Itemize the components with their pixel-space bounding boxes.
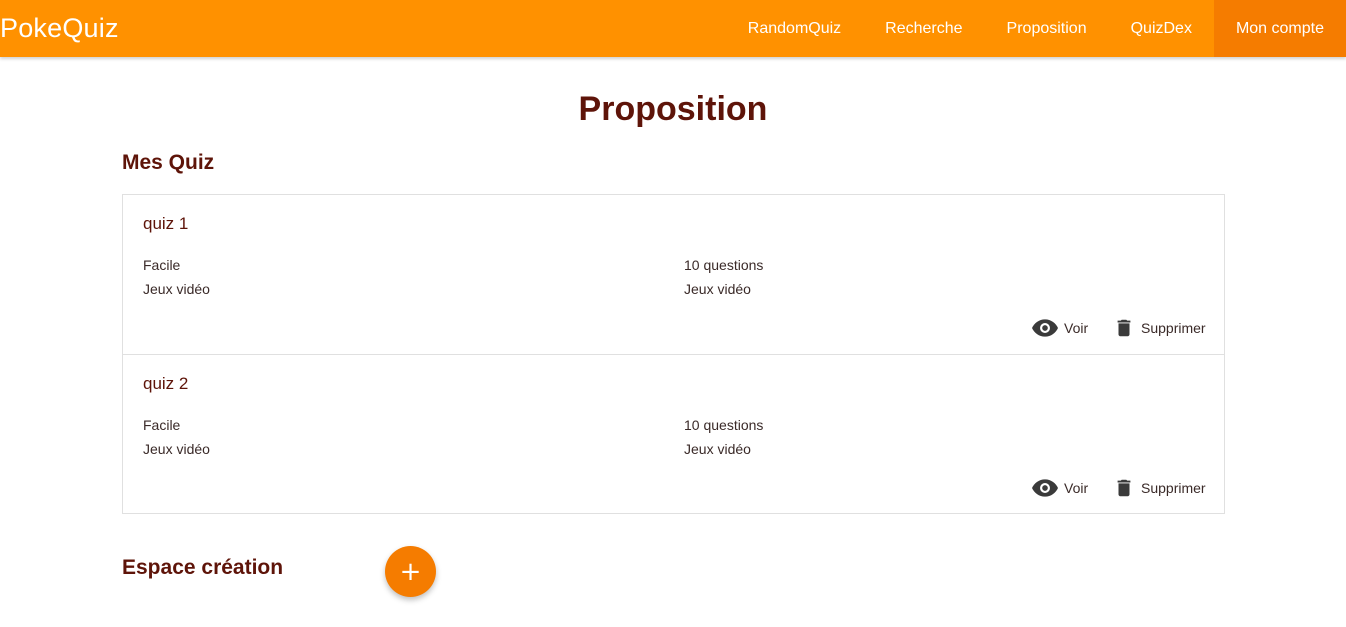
view-quiz-button[interactable]: Voir <box>1032 317 1088 339</box>
plus-icon: + <box>399 556 422 587</box>
delete-label: Supprimer <box>1141 320 1206 336</box>
view-quiz-button[interactable]: Voir <box>1032 477 1088 499</box>
nav-item-proposition[interactable]: Proposition <box>985 0 1109 57</box>
nav-links: RandomQuiz Recherche Proposition QuizDex… <box>726 0 1346 57</box>
nav-item-recherche[interactable]: Recherche <box>863 0 984 57</box>
delete-quiz-button[interactable]: Supprimer <box>1113 477 1206 499</box>
eye-icon <box>1032 479 1058 497</box>
top-navbar: PokeQuiz RandomQuiz Recherche Propositio… <box>0 0 1346 57</box>
delete-quiz-button[interactable]: Supprimer <box>1113 317 1206 339</box>
my-quiz-heading: Mes Quiz <box>122 151 215 174</box>
quiz-name: quiz 2 <box>143 374 189 393</box>
nav-item-quizdex[interactable]: QuizDex <box>1109 0 1214 57</box>
trash-icon <box>1117 479 1131 497</box>
quiz-difficulty: Facile <box>143 257 181 273</box>
view-label: Voir <box>1064 320 1089 336</box>
nav-item-mon-compte[interactable]: Mon compte <box>1213 0 1346 57</box>
eye-icon <box>1032 319 1058 337</box>
delete-label: Supprimer <box>1141 480 1206 496</box>
nav-item-randomquiz[interactable]: RandomQuiz <box>726 0 863 57</box>
page-title: Proposition <box>578 90 768 128</box>
quiz-difficulty: Facile <box>143 417 181 433</box>
trash-icon <box>1117 319 1131 337</box>
view-label: Voir <box>1064 480 1089 496</box>
quiz-category: Jeux vidéo <box>143 441 210 457</box>
quiz-card: quiz 1 Facile Jeux vidéo 10 questions Je… <box>123 195 1224 354</box>
quiz-category: Jeux vidéo <box>143 281 210 297</box>
quiz-category-secondary: Jeux vidéo <box>684 441 751 457</box>
add-quiz-button[interactable]: + <box>385 546 436 597</box>
quiz-card: quiz 2 Facile Jeux vidéo 10 questions Je… <box>123 354 1224 513</box>
quiz-name: quiz 1 <box>143 214 189 233</box>
quiz-question-count: 10 questions <box>684 417 764 433</box>
creation-space-heading: Espace création <box>122 556 284 579</box>
quiz-category-secondary: Jeux vidéo <box>684 281 751 297</box>
brand-logo[interactable]: PokeQuiz <box>0 12 119 44</box>
quiz-question-count: 10 questions <box>684 257 764 273</box>
quiz-list: quiz 1 Facile Jeux vidéo 10 questions Je… <box>122 194 1225 514</box>
